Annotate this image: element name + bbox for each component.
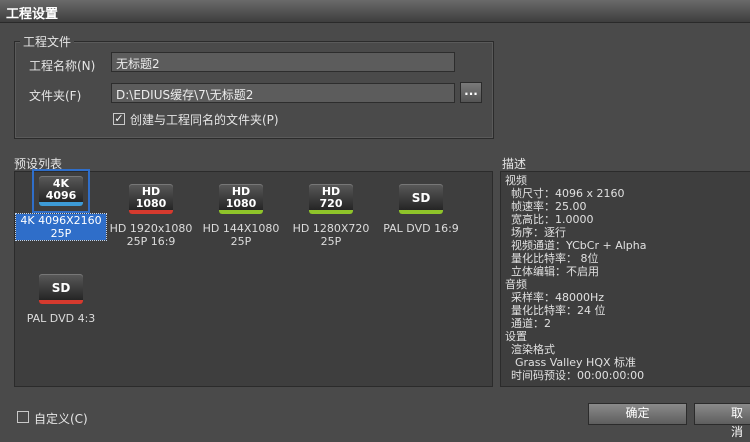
description-line: 场序：逐行: [511, 226, 566, 239]
description-label: 描述: [502, 157, 527, 171]
description-line: 帧速率：25.00: [511, 200, 587, 213]
create-folder-checkbox[interactable]: ✓: [113, 113, 125, 125]
description-line: 视频通道：YCbCr + Alpha: [511, 239, 647, 252]
description-line: 通道：2: [511, 317, 551, 330]
badge-line2: 4096: [45, 189, 77, 202]
description-line: 设置: [505, 330, 527, 343]
preset-icon-frame: SD: [35, 270, 87, 308]
preset-icon-frame: 4K 4096: [32, 169, 90, 213]
description-line: 帧尺寸：4096 x 2160: [511, 187, 625, 200]
custom-label: 自定义(C): [34, 412, 88, 426]
create-folder-label: 创建与工程同名的文件夹(P): [130, 113, 279, 127]
description-line: 量化比特率： 8位: [511, 252, 599, 265]
badge-line1: SD: [411, 191, 431, 205]
project-name-input[interactable]: 无标题2: [111, 52, 455, 72]
badge-stripe: [399, 210, 443, 214]
folder-input[interactable]: D:\EDIUS缓存\7\无标题2: [111, 83, 455, 103]
format-badge-icon: HD 1080: [219, 184, 263, 214]
project-file-legend: 工程文件: [20, 33, 75, 50]
preset-item[interactable]: 4K 4096 4K 4096X2160 25P: [15, 169, 107, 241]
preset-label: HD 1280X720 25P: [292, 222, 370, 248]
folder-label: 文件夹(F): [29, 89, 82, 103]
project-name-label: 工程名称(N): [29, 59, 96, 73]
preset-icon-frame: HD 1080: [125, 180, 177, 218]
format-badge-icon: HD 1080: [129, 184, 173, 214]
preset-label: HD 1920x1080 25P 16:9: [109, 222, 193, 248]
format-badge-icon: SD: [39, 274, 83, 304]
title-bar: 工程设置: [0, 0, 750, 23]
ok-button[interactable]: 确定: [588, 403, 687, 425]
preset-item[interactable]: HD 720 HD 1280X720 25P: [286, 180, 376, 248]
format-badge-icon: HD 720: [309, 184, 353, 214]
description-line: 采样率：48000Hz: [511, 291, 605, 304]
preset-label: PAL DVD 4:3: [26, 312, 96, 325]
badge-stripe: [129, 210, 173, 214]
description-line: 立体编辑：不启用: [511, 265, 599, 278]
preset-item[interactable]: HD 1080 HD 1920x1080 25P 16:9: [106, 180, 196, 248]
badge-stripe: [39, 202, 83, 206]
badge-stripe: [39, 300, 83, 304]
preset-icon-frame: HD 720: [305, 180, 357, 218]
description-line: 视频: [505, 174, 527, 187]
window-title: 工程设置: [6, 7, 59, 22]
description-line: 量化比特率：24 位: [511, 304, 606, 317]
badge-stripe: [309, 210, 353, 214]
preset-label: PAL DVD 16:9: [383, 222, 459, 235]
custom-checkbox[interactable]: [17, 411, 29, 423]
description-line: 时间码预设：00:00:00:00: [511, 369, 645, 382]
preset-icon-frame: HD 1080: [215, 180, 267, 218]
description-line: 宽高比：1.0000: [511, 213, 594, 226]
badge-line2: 1080: [135, 197, 167, 210]
badge-stripe: [219, 210, 263, 214]
badge-line2: 1080: [225, 197, 257, 210]
format-badge-icon: SD: [399, 184, 443, 214]
format-badge-icon: 4K 4096: [39, 176, 83, 206]
preset-label: HD 144X1080 25P: [202, 222, 280, 248]
browse-folder-button[interactable]: ...: [460, 82, 482, 103]
description-line: 音频: [505, 278, 527, 291]
preset-item[interactable]: SD PAL DVD 16:9: [376, 180, 466, 235]
badge-line1: SD: [51, 281, 71, 295]
preset-icon-frame: SD: [395, 180, 447, 218]
preset-item[interactable]: HD 1080 HD 144X1080 25P: [196, 180, 286, 248]
preset-list-label: 预设列表: [14, 157, 63, 171]
preset-label: 4K 4096X2160 25P: [15, 213, 107, 241]
preset-item[interactable]: SD PAL DVD 4:3: [16, 270, 106, 325]
badge-line2: 720: [319, 197, 343, 210]
description-line: Grass Valley HQX 标准: [515, 356, 637, 369]
description-line: 渲染格式: [511, 343, 555, 356]
cancel-button[interactable]: 取消: [694, 403, 750, 439]
